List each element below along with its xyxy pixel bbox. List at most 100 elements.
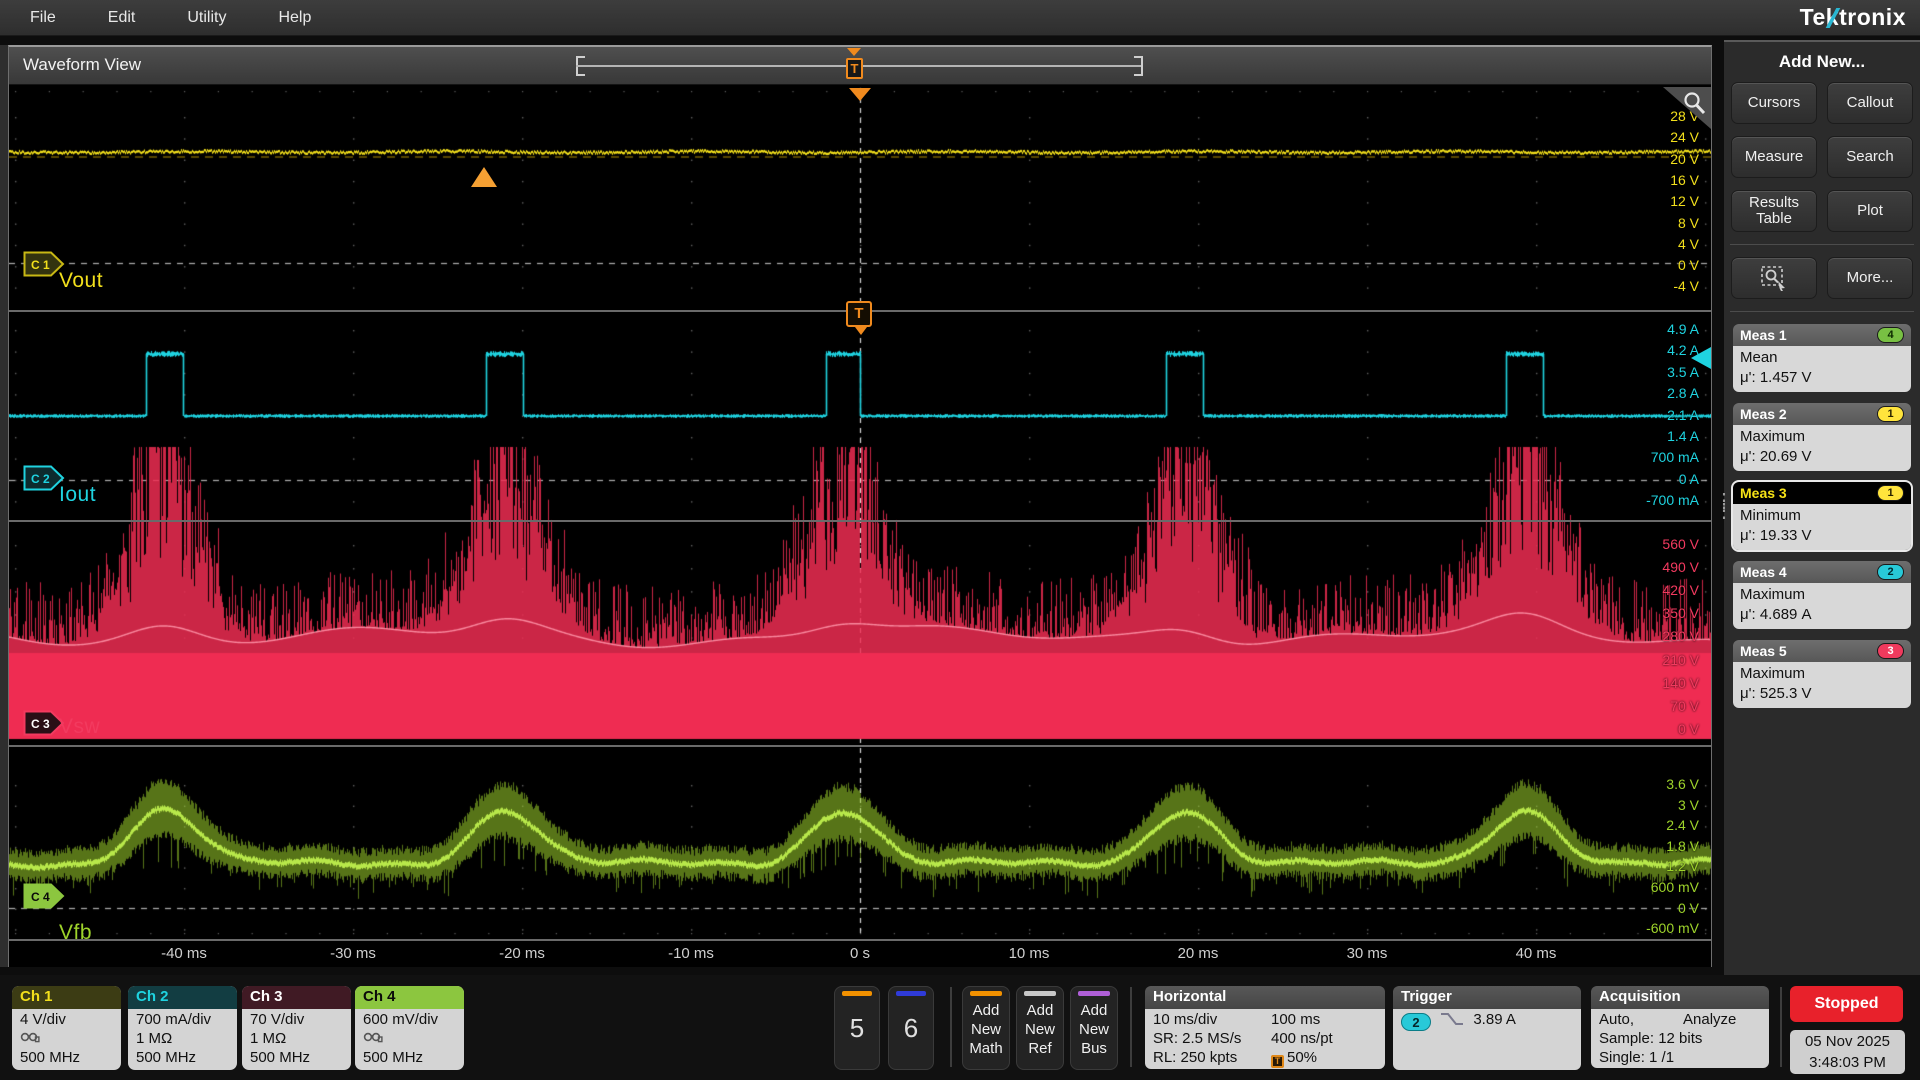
ch1-badge[interactable]: Ch 1 4 V/div 500 MHz bbox=[12, 986, 121, 1070]
acquisition-panel[interactable]: Acquisition Auto,Analyze Sample: 12 bits… bbox=[1591, 986, 1769, 1068]
graticule: C 1 Vout C 2 Iout C 3 Vsw C 4 Vfb T bbox=[9, 85, 1711, 941]
menu-help[interactable]: Help bbox=[278, 3, 311, 33]
time-tick-label: -40 ms bbox=[161, 945, 207, 962]
trigger-level-arrow[interactable] bbox=[1691, 347, 1711, 369]
channel-6-button[interactable]: 6 bbox=[888, 986, 934, 1070]
meas-1-source-badge: 4 bbox=[1877, 327, 1904, 343]
ch2-badge[interactable]: Ch 2 700 mA/div 1 MΩ 500 MHz bbox=[128, 986, 237, 1070]
axis-label: -700 mA bbox=[1646, 492, 1699, 508]
axis-label: 700 mA bbox=[1651, 449, 1699, 465]
menu-edit[interactable]: Edit bbox=[108, 3, 136, 33]
measure-button[interactable]: Measure bbox=[1731, 136, 1817, 178]
meas-4-card[interactable]: Meas 4 2 Maximumμ': 4.689 A bbox=[1733, 561, 1911, 629]
ch4-badge[interactable]: Ch 4 600 mV/div 500 MHz bbox=[355, 986, 464, 1070]
svg-text:C 1: C 1 bbox=[31, 258, 50, 272]
time-tick-label: -10 ms bbox=[668, 945, 714, 962]
run-stop-status[interactable]: Stopped bbox=[1790, 986, 1903, 1022]
trigger-panel[interactable]: Trigger 2 3.89 A bbox=[1393, 986, 1581, 1070]
panel-separator bbox=[1730, 244, 1914, 245]
waveform-canvas[interactable] bbox=[9, 85, 1711, 941]
trigger-source-badge: 2 bbox=[1401, 1013, 1431, 1031]
axis-label: 350 V bbox=[1662, 605, 1699, 621]
screen-capture-button[interactable] bbox=[1731, 257, 1817, 299]
axis-label: 70 V bbox=[1670, 698, 1699, 714]
axis-label: 20 V bbox=[1670, 151, 1699, 167]
meas-1-card[interactable]: Meas 1 4 Meanμ': 1.457 V bbox=[1733, 324, 1911, 392]
axis-label: 210 V bbox=[1662, 652, 1699, 668]
waveform-view-title: Waveform View bbox=[23, 55, 141, 75]
trigger-position-triangle[interactable] bbox=[847, 48, 861, 56]
axis-label: 3 V bbox=[1678, 797, 1699, 813]
channel-badge-c4[interactable]: C 4 bbox=[23, 883, 65, 909]
axis-label: 0 V bbox=[1678, 721, 1699, 737]
capture-magnifier-icon bbox=[1760, 265, 1788, 291]
channel-label-vfb: Vfb bbox=[59, 921, 92, 941]
slice-divider-bottom bbox=[9, 939, 1711, 941]
add-new-ref-button[interactable]: Add New Ref bbox=[1016, 986, 1064, 1070]
bottom-bar: Ch 1 4 V/div 500 MHz Ch 2 700 mA/div 1 M… bbox=[0, 975, 1920, 1080]
search-button[interactable]: Search bbox=[1827, 136, 1913, 178]
axis-label: 0 A bbox=[1679, 471, 1699, 487]
bracket-right bbox=[1134, 56, 1143, 76]
ch3-badge[interactable]: Ch 3 70 V/div 1 MΩ 500 MHz bbox=[242, 986, 351, 1070]
channel-label-vout: Vout bbox=[59, 269, 103, 293]
meas-2-card[interactable]: Meas 2 1 Maximumμ': 20.69 V bbox=[1733, 403, 1911, 471]
axis-label: -600 mV bbox=[1646, 920, 1699, 936]
panel-drag-handle[interactable]: ⋮⋮ bbox=[1714, 496, 1734, 516]
time-tick-label: 40 ms bbox=[1516, 945, 1557, 962]
axis-label: 600 mV bbox=[1651, 879, 1699, 895]
axis-label: 16 V bbox=[1670, 172, 1699, 188]
menu-bar: File Edit Utility Help Tektronix bbox=[0, 0, 1920, 36]
axis-label: 4.9 A bbox=[1667, 321, 1699, 337]
slice-divider-3 bbox=[9, 745, 1711, 747]
divider bbox=[1130, 987, 1132, 1067]
axis-label: 140 V bbox=[1662, 675, 1699, 691]
axis-label: 24 V bbox=[1670, 129, 1699, 145]
channel-5-button[interactable]: 5 bbox=[834, 986, 880, 1070]
results-table-button[interactable]: Results Table bbox=[1731, 190, 1817, 232]
svg-text:C 3: C 3 bbox=[31, 717, 50, 731]
axis-label: 8 V bbox=[1678, 215, 1699, 231]
axis-label: 4 V bbox=[1678, 236, 1699, 252]
axis-label: 12 V bbox=[1670, 193, 1699, 209]
panel-separator bbox=[1730, 311, 1914, 312]
left-edge-strip bbox=[0, 45, 8, 967]
more-button[interactable]: More... bbox=[1827, 257, 1913, 299]
axis-label: 2.1 A bbox=[1667, 407, 1699, 423]
plot-button[interactable]: Plot bbox=[1827, 190, 1913, 232]
time-tick-label: -30 ms bbox=[330, 945, 376, 962]
meas-2-source-badge: 1 bbox=[1877, 406, 1904, 422]
add-new-bus-button[interactable]: Add New Bus bbox=[1070, 986, 1118, 1070]
time-tick-label: -20 ms bbox=[499, 945, 545, 962]
axis-label: -4 V bbox=[1673, 278, 1699, 294]
ch2-trigger-marker[interactable]: T bbox=[846, 301, 872, 327]
waveform-titlebar: Waveform View T bbox=[9, 47, 1711, 85]
meas-5-card[interactable]: Meas 5 3 Maximumμ': 525.3 V bbox=[1733, 640, 1911, 708]
menu-utility[interactable]: Utility bbox=[187, 3, 226, 33]
slice-divider-2 bbox=[9, 520, 1711, 522]
ch1-reference-triangle[interactable] bbox=[471, 167, 497, 187]
horizontal-panel[interactable]: Horizontal 10 ms/div100 ms SR: 2.5 MS/s4… bbox=[1145, 986, 1385, 1069]
trigger-position-marker[interactable]: T bbox=[846, 58, 863, 79]
callout-button[interactable]: Callout bbox=[1827, 82, 1913, 124]
falling-edge-icon bbox=[1439, 1011, 1465, 1027]
oscilloscope-app: File Edit Utility Help Tektronix Wavefor… bbox=[0, 0, 1920, 1080]
time-axis: -40 ms-30 ms-20 ms-10 ms0 s10 ms20 ms30 … bbox=[9, 941, 1711, 967]
menu-file[interactable]: File bbox=[30, 3, 56, 33]
time-tick-label: 10 ms bbox=[1009, 945, 1050, 962]
axis-label: 1.4 A bbox=[1667, 428, 1699, 444]
axis-label: 280 V bbox=[1662, 628, 1699, 644]
waveform-window: Waveform View T bbox=[8, 45, 1712, 967]
axis-label: 1.8 V bbox=[1666, 838, 1699, 854]
divider bbox=[1780, 987, 1782, 1067]
right-panel: Add New... Cursors Callout Measure Searc… bbox=[1724, 40, 1920, 978]
trigger-position-icon: T bbox=[1271, 1055, 1284, 1068]
axis-label: 420 V bbox=[1662, 582, 1699, 598]
cursors-button[interactable]: Cursors bbox=[1731, 82, 1817, 124]
meas-3-card[interactable]: Meas 3 1 Minimumμ': 19.33 V bbox=[1733, 482, 1911, 550]
svg-text:C 4: C 4 bbox=[31, 890, 50, 904]
axis-label: 1.2 V bbox=[1666, 858, 1699, 874]
svg-text:C 2: C 2 bbox=[31, 472, 50, 486]
add-new-math-button[interactable]: Add New Math bbox=[962, 986, 1010, 1070]
trigger-top-triangle[interactable] bbox=[849, 88, 871, 101]
